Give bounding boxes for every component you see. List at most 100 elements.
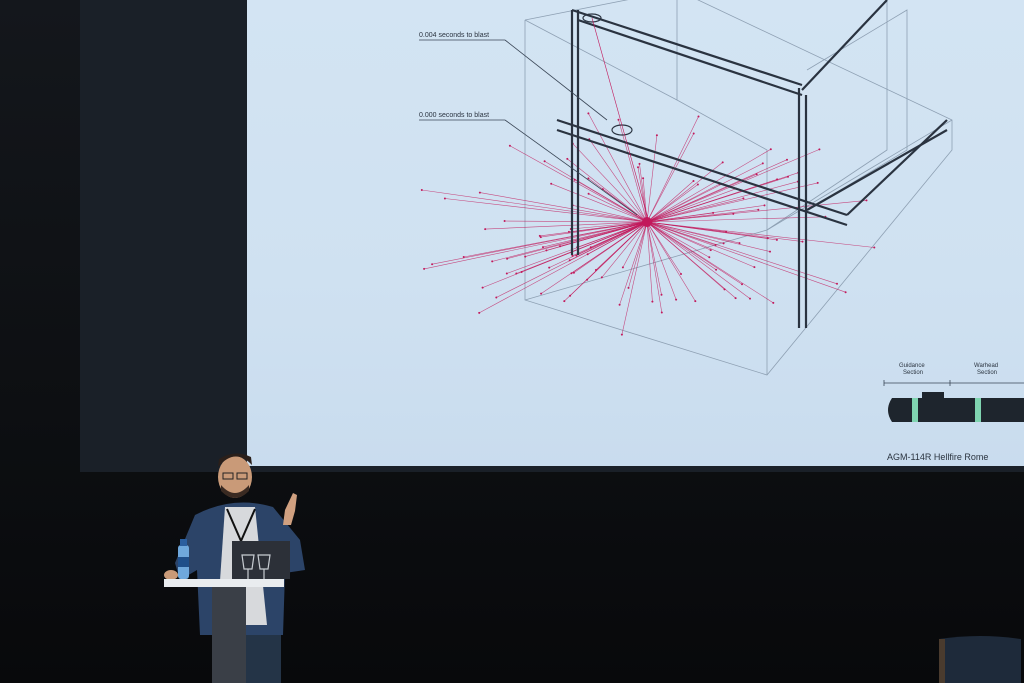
- blast-fragment-rays: [420, 112, 876, 336]
- fragment-dot: [692, 132, 695, 135]
- fragment-dot: [508, 144, 511, 147]
- fragment-dot: [680, 273, 682, 275]
- laptop: [232, 541, 290, 579]
- annotation-0004: 0.004 seconds to blast: [419, 32, 489, 39]
- fragment-dot: [763, 204, 766, 207]
- stage-scene: 0.004 seconds to blast 0.000 seconds to …: [0, 0, 1024, 683]
- fragment-dot: [692, 180, 695, 182]
- fragment-dot: [757, 208, 760, 211]
- podium-top: [164, 579, 284, 587]
- fragment-dot: [696, 183, 699, 186]
- fragment-dot: [712, 211, 715, 214]
- fragment-dot: [769, 250, 771, 253]
- fragment-dot: [524, 255, 527, 258]
- fragment-dot: [772, 301, 775, 304]
- guidance-label-line2: Section: [903, 370, 923, 376]
- fragment-ray: [479, 221, 648, 314]
- fragment-dot: [734, 297, 737, 300]
- fragment-dot: [563, 300, 566, 303]
- trajectory-line: [591, 17, 650, 223]
- fragment-dot: [431, 263, 434, 266]
- fragment-dot: [697, 115, 700, 118]
- annotation-0000: 0.000 seconds to blast: [419, 112, 489, 119]
- missile-illustration: Guidance Section Warhead Section: [883, 363, 1024, 422]
- fragment-dot: [627, 286, 630, 289]
- fragment-dot: [600, 276, 603, 279]
- blast-origin-marker: [611, 124, 633, 136]
- fragment-ray: [646, 221, 663, 313]
- fragment-dot: [816, 181, 819, 184]
- fragment-dot: [742, 197, 745, 200]
- fragment-dot: [420, 189, 423, 191]
- fragment-dot: [769, 148, 772, 151]
- fragment-dot: [865, 199, 868, 202]
- fragment-dot: [520, 271, 523, 273]
- fragment-ray: [504, 220, 648, 223]
- fragment-dot: [753, 266, 756, 269]
- fragment-dot: [741, 283, 743, 286]
- fragment-ray: [646, 159, 788, 223]
- fragment-dot: [642, 177, 645, 180]
- fragment-dot: [660, 311, 663, 314]
- fragment-dot: [618, 303, 621, 306]
- fragment-dot: [572, 271, 575, 274]
- fragment-ray: [463, 221, 648, 258]
- fragment-dot: [491, 260, 494, 263]
- fragment-dot: [873, 246, 876, 249]
- fragment-dot: [567, 230, 570, 233]
- fragment-dot: [573, 178, 576, 181]
- fragment-dot: [709, 249, 712, 252]
- fragment-dot: [836, 282, 838, 285]
- fragment-ray: [646, 135, 658, 223]
- fragment-dot: [566, 157, 569, 160]
- fragment-dot: [478, 191, 481, 194]
- fragment-ray: [646, 148, 771, 223]
- fragment-dot: [589, 246, 592, 249]
- fragment-dot: [761, 162, 764, 165]
- fragment-ray: [646, 182, 818, 223]
- fragment-dot: [775, 238, 778, 241]
- fragment-dot: [478, 311, 481, 314]
- guidance-label-line1: Guidance: [899, 363, 925, 369]
- fragment-dot: [540, 292, 543, 295]
- fragment-dot: [539, 236, 542, 239]
- fragment-dot: [708, 256, 711, 259]
- fragment-dot: [818, 148, 821, 151]
- fragment-dot: [749, 297, 751, 300]
- fragment-dot: [722, 242, 725, 245]
- fragment-dot: [462, 256, 465, 258]
- fragment-dot: [423, 267, 426, 270]
- annotation-leaders: [419, 39, 638, 216]
- presentation-slide: 0.004 seconds to blast 0.000 seconds to …: [247, 0, 1024, 466]
- fragment-dot: [723, 288, 726, 291]
- fragment-dot: [443, 197, 446, 200]
- fragment-dot: [542, 246, 544, 249]
- fragment-dot: [481, 286, 484, 289]
- fragment-dot: [844, 291, 847, 294]
- fragment-dot: [786, 158, 788, 161]
- fragment-ray: [646, 149, 820, 223]
- fragment-ray: [646, 221, 724, 244]
- fragment-dot: [495, 296, 498, 299]
- fragment-dot: [715, 268, 718, 271]
- podium: [164, 539, 290, 683]
- fragment-dot: [617, 118, 620, 121]
- fragment-dot: [675, 298, 678, 301]
- fragment-dot: [787, 175, 789, 178]
- fragment-ray: [646, 116, 699, 223]
- fragment-dot: [587, 112, 590, 115]
- fragment-dot: [801, 240, 804, 243]
- fragment-dot: [721, 161, 724, 164]
- fragment-ray: [628, 221, 648, 288]
- fragment-dot: [651, 300, 654, 303]
- fragment-dot: [505, 272, 508, 275]
- fragment-ray: [444, 198, 648, 223]
- warhead-label-line1: Warhead: [974, 363, 998, 369]
- fragment-dot: [503, 220, 506, 222]
- blast-core: [642, 217, 652, 227]
- blast-diagram: 0.004 seconds to blast 0.000 seconds to …: [419, 0, 1024, 422]
- slide-caption: AGM-114R Hellfire Rome: [887, 452, 989, 462]
- fragment-dot: [571, 254, 574, 257]
- fragment-dot: [655, 134, 658, 137]
- fragment-dot: [637, 166, 639, 169]
